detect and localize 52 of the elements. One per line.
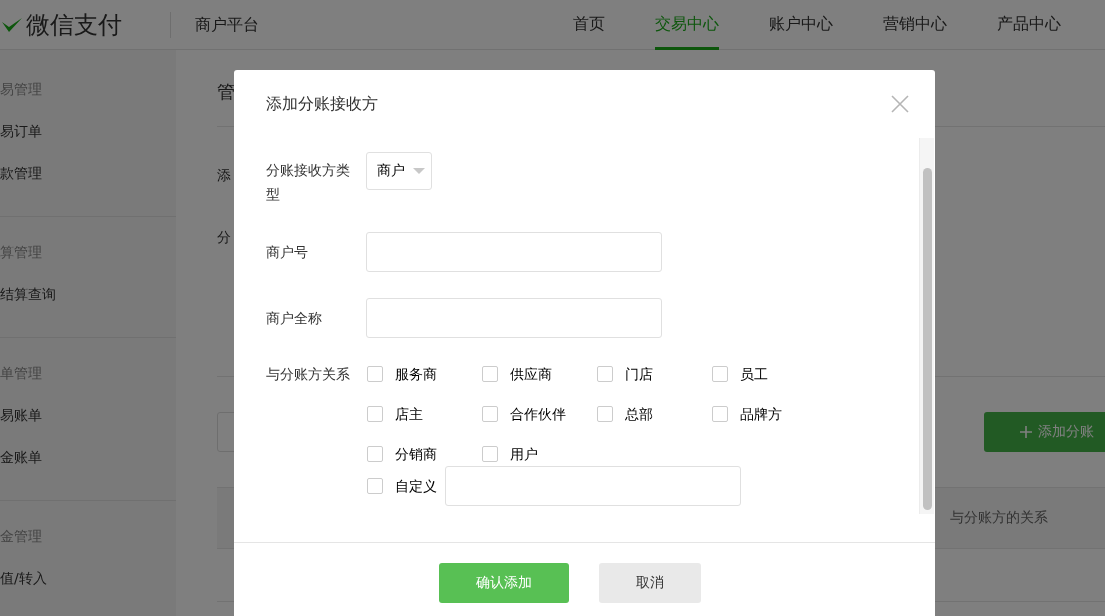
nav-tab[interactable]: 营销中心 bbox=[883, 0, 947, 50]
nav-tab[interactable]: 账户中心 bbox=[769, 0, 833, 50]
checkbox-option[interactable]: 总部 bbox=[596, 404, 711, 424]
form-label: 分 bbox=[217, 229, 231, 247]
checkbox[interactable] bbox=[482, 406, 498, 422]
checkbox-option[interactable]: 用户 bbox=[481, 444, 596, 464]
sidebar-item[interactable]: 结算查询 bbox=[0, 283, 176, 305]
checkbox[interactable] bbox=[712, 366, 728, 382]
checkbox-option[interactable]: 供应商 bbox=[481, 364, 596, 384]
input-field[interactable] bbox=[366, 232, 662, 272]
dialog-title: 添加分账接收方 bbox=[266, 93, 378, 115]
checkbox-option[interactable]: 自定义 bbox=[366, 476, 437, 496]
sidebar-item[interactable]: 易订单 bbox=[0, 120, 176, 142]
field-label: 商户号 bbox=[266, 243, 309, 262]
checkbox[interactable] bbox=[482, 366, 498, 382]
input-field[interactable] bbox=[366, 298, 662, 338]
form-label: 添 bbox=[217, 167, 231, 185]
sidebar-item[interactable]: 值/转入 bbox=[0, 567, 176, 589]
checkbox[interactable] bbox=[597, 366, 613, 382]
checkbox-option[interactable]: 分销商 bbox=[366, 444, 481, 464]
plus-icon bbox=[1020, 426, 1032, 438]
sidebar-item[interactable]: 易账单 bbox=[0, 404, 176, 426]
checkbox[interactable] bbox=[597, 406, 613, 422]
nav-tab[interactable]: 产品中心 bbox=[997, 0, 1061, 50]
checkbox[interactable] bbox=[482, 446, 498, 462]
checkbox-option[interactable]: 合作伙伴 bbox=[481, 404, 596, 424]
cancel-button[interactable]: 取消 bbox=[598, 563, 701, 603]
checkbox-option[interactable]: 店主 bbox=[366, 404, 481, 424]
checkbox-option[interactable]: 服务商 bbox=[366, 364, 481, 384]
checkbox-option[interactable]: 员工 bbox=[711, 364, 826, 384]
checkbox-option[interactable]: 门店 bbox=[596, 364, 711, 384]
input-field[interactable] bbox=[445, 466, 741, 506]
checkbox[interactable] bbox=[367, 478, 383, 494]
nav-tab[interactable]: 首页 bbox=[573, 0, 605, 50]
checkbox[interactable] bbox=[367, 446, 383, 462]
field-label: 与分账方关系 bbox=[266, 365, 351, 384]
checkbox[interactable] bbox=[367, 366, 383, 382]
field-label: 商户全称 bbox=[266, 309, 323, 328]
scrollbar[interactable] bbox=[919, 138, 934, 514]
checkbox[interactable] bbox=[712, 406, 728, 422]
platform-name: 商户平台 bbox=[170, 11, 259, 38]
type-dropdown[interactable]: 商户 bbox=[366, 152, 432, 190]
close-icon[interactable] bbox=[891, 95, 909, 113]
sidebar-item[interactable]: 款管理 bbox=[0, 162, 176, 184]
checkbox-option[interactable]: 品牌方 bbox=[711, 404, 826, 424]
logo-text: 微信支付 bbox=[26, 9, 122, 40]
sidebar-item[interactable]: 金账单 bbox=[0, 446, 176, 468]
logo-icon bbox=[2, 17, 22, 32]
column-header: 与分账方的关系 bbox=[950, 509, 1048, 527]
checkbox[interactable] bbox=[367, 406, 383, 422]
caret-icon bbox=[413, 168, 425, 174]
field-label: 分账接收方类型 bbox=[266, 161, 351, 204]
